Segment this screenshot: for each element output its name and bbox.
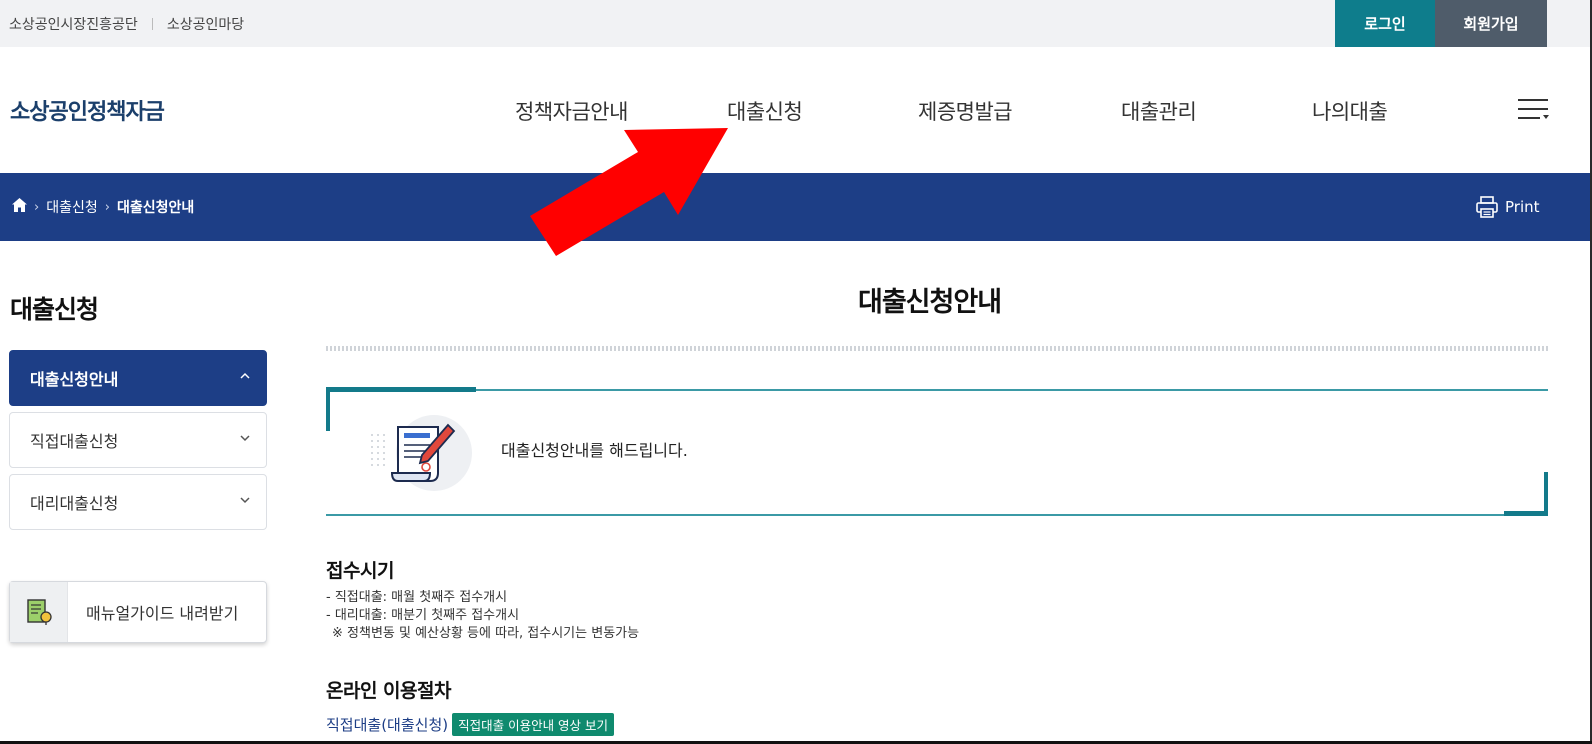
sidebar-item-label: 대리대출신청	[30, 494, 119, 513]
document-pen-icon	[371, 415, 472, 491]
online-procedure-row: 직접대출(대출신청) 직접대출 이용안내 영상 보기	[326, 713, 615, 736]
breadcrumb-item-loan-application[interactable]: 대출신청	[46, 197, 98, 217]
manual-guide-icon	[10, 582, 68, 642]
print-button[interactable]: Print	[1475, 195, 1540, 219]
login-button[interactable]: 로그인	[1335, 0, 1435, 47]
link-semas[interactable]: 소상공인시장진흥공단	[9, 14, 138, 34]
nav-my-loan[interactable]: 나의대출	[1312, 96, 1388, 126]
breadcrumb-bar: › 대출신청 › 대출신청안내 Print	[0, 173, 1592, 241]
sidebar-item-direct-loan[interactable]: 직접대출신청	[9, 412, 267, 468]
top-utility-bar: 소상공인시장진흥공단 소상공인마당 로그인 회원가입	[0, 0, 1592, 47]
hamburger-icon[interactable]	[1518, 99, 1549, 121]
chevron-up-icon	[240, 372, 250, 379]
chevron-down-icon	[240, 435, 250, 442]
guide-video-button[interactable]: 직접대출 이용안내 영상 보기	[452, 713, 615, 736]
link-sbiz-madang[interactable]: 소상공인마당	[167, 14, 244, 34]
section-title-online-procedure: 온라인 이용절차	[326, 680, 451, 702]
sidebar-item-label: 대출신청안내	[30, 370, 119, 389]
signup-button[interactable]: 회원가입	[1435, 0, 1547, 47]
printer-icon	[1476, 196, 1498, 218]
sidebar-title: 대출신청	[10, 295, 99, 324]
detail-line: - 대리대출: 매분기 첫째주 접수개시	[326, 608, 520, 623]
annotation-arrow-icon	[530, 128, 728, 256]
title-divider	[326, 346, 1548, 351]
reception-period-details: - 직접대출: 매월 첫째주 접수개시 - 대리대출: 매분기 첫째주 접수개시…	[326, 589, 639, 643]
chevron-right-icon: ›	[34, 199, 40, 215]
chevron-right-icon: ›	[104, 199, 110, 215]
main-navigation: 정책자금안내 대출신청 제증명발급 대출관리 나의대출	[0, 96, 1592, 126]
manual-download-button[interactable]: 매뉴얼가이드 내려받기	[9, 581, 267, 643]
direct-loan-procedure-link[interactable]: 직접대출(대출신청)	[326, 714, 448, 735]
breadcrumb: › 대출신청 › 대출신청안내	[12, 197, 194, 217]
nav-certificate-issuance[interactable]: 제증명발급	[918, 96, 1013, 126]
detail-line: - 직접대출: 매월 첫째주 접수개시	[326, 590, 508, 605]
sidebar-item-label: 직접대출신청	[30, 432, 119, 451]
home-icon[interactable]	[12, 198, 27, 216]
manual-download-label: 매뉴얼가이드 내려받기	[86, 604, 239, 623]
print-label: Print	[1505, 198, 1540, 216]
divider	[151, 18, 153, 30]
utility-links: 소상공인시장진흥공단 소상공인마당	[9, 14, 244, 34]
page-title: 대출신청안내	[858, 287, 1002, 318]
breadcrumb-item-current: 대출신청안내	[116, 200, 195, 216]
intro-box: 대출신청안내를 해드립니다.	[326, 387, 1548, 516]
sidebar-item-loan-application-guide[interactable]: 대출신청안내	[9, 350, 267, 406]
intro-message: 대출신청안내를 해드립니다.	[501, 441, 688, 460]
chevron-down-icon	[240, 497, 250, 504]
sidebar-item-agency-loan[interactable]: 대리대출신청	[9, 474, 267, 530]
detail-line: ※ 정책변동 및 예산상황 등에 따라, 접수시기는 변동가능	[332, 626, 640, 641]
nav-loan-management[interactable]: 대출관리	[1121, 96, 1197, 126]
section-title-reception-period: 접수시기	[326, 560, 394, 582]
